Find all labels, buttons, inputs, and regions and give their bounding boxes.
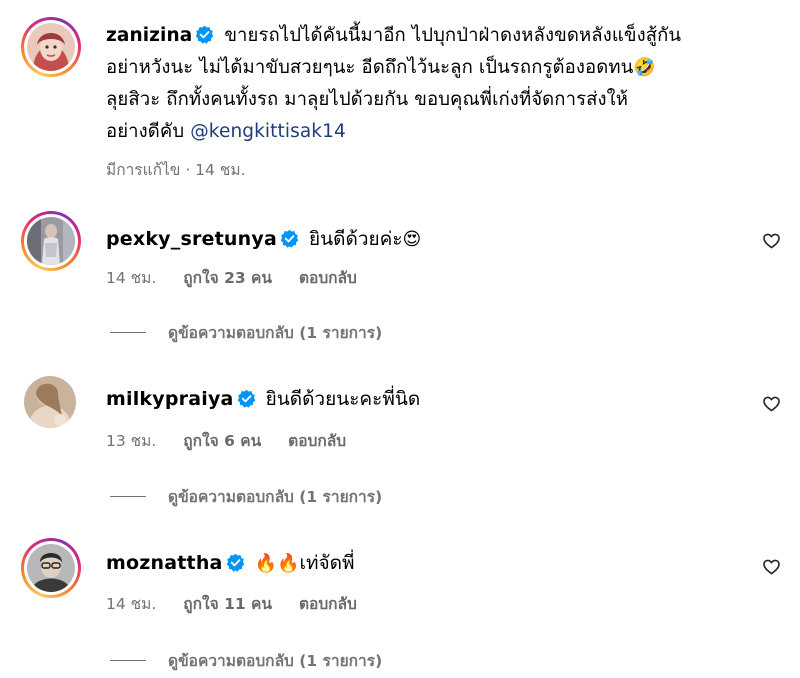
view-replies-label: ดูข้อความตอบกลับ (1 รายการ) [168,652,383,670]
view-replies-label: ดูข้อความตอบกลับ (1 รายการ) [168,488,383,506]
reply-button[interactable]: ตอบกลับ [299,269,357,287]
view-replies-button[interactable]: ดูข้อความตอบกลับ (1 รายการ) [110,484,382,509]
comment-meta: 14 ชม. ถูกใจ 11 คน ตอบกลับ [106,591,379,616]
comment-body: moznattha 🔥🔥เท่จัดพี่ [106,548,354,578]
comment-time: 14 ชม. [106,595,157,613]
replies-divider [110,332,146,333]
comment-avatar[interactable] [21,211,81,271]
replies-divider [110,660,146,661]
comment-text: ยินดีด้วยนะคะพี่นิด [265,388,421,410]
caption-line: อย่าหวังนะ ไม่ได้มาขับสวยๆนะ อีดถึกไว้นะ… [106,57,634,78]
caption-line: อย่างดีคับ [106,121,185,142]
caption-line: ลุยสิวะ ถึกทั้งคนทั้งรถ มาลุยไปด้วยกัน ข… [106,89,629,110]
reply-button[interactable]: ตอบกลับ [288,432,346,450]
verified-badge-icon [226,553,245,572]
avatar-image [27,23,75,71]
heart-eyes-emoji-icon: 😍 [402,229,422,250]
avatar-image [27,217,75,265]
view-replies-label: ดูข้อความตอบกลับ (1 รายการ) [168,324,383,342]
comment-avatar[interactable] [24,376,76,428]
replies-divider [110,496,146,497]
verified-badge-icon [195,23,214,44]
caption-line: ขายรถไปได้คันนี้มาอีก ไปบุกป่าฝ่าดงหลังข… [224,25,682,46]
comment-time: 14 ชม. [106,269,157,287]
heart-icon[interactable] [762,231,781,250]
post-meta: มีการแก้ไข · 14 ชม. [106,157,268,182]
post-edited-time: มีการแก้ไข · 14 ชม. [106,161,246,179]
mention-link[interactable]: @kengkittisak14 [190,121,346,142]
rofl-emoji-icon: 🤣 [633,57,656,78]
comment-text: เท่จัดพี่ [299,552,355,574]
view-replies-button[interactable]: ดูข้อความตอบกลับ (1 รายการ) [110,320,382,345]
comment-meta: 14 ชม. ถูกใจ 23 คน ตอบกลับ [106,265,379,290]
heart-icon[interactable] [762,557,781,576]
comment-username[interactable]: milkypraiya [106,388,234,410]
post-author-username[interactable]: zanizina [106,25,192,46]
verified-badge-icon [237,389,256,408]
avatar-image [27,544,75,592]
verified-badge-icon [280,229,299,248]
view-replies-button[interactable]: ดูข้อความตอบกลับ (1 รายการ) [110,648,382,673]
heart-icon[interactable] [762,394,781,413]
comment-username[interactable]: moznattha [106,552,223,574]
post-caption: zanizina ขายรถไปได้คันนี้มาอีก ไปบุกป่าฝ… [106,20,766,148]
reply-button[interactable]: ตอบกลับ [299,595,357,613]
avatar-image [24,376,76,428]
comment-body: milkypraiya ยินดีด้วยนะคะพี่นิด [106,384,420,414]
comment-time: 13 ชม. [106,432,157,450]
comment-likes[interactable]: ถูกใจ 6 คน [183,432,261,450]
comment-likes[interactable]: ถูกใจ 11 คน [183,595,272,613]
comment-likes[interactable]: ถูกใจ 23 คน [183,269,272,287]
comment-avatar[interactable] [21,538,81,598]
comment-username[interactable]: pexky_sretunya [106,228,277,250]
comment-text: ยินดีด้วยค่ะ [309,228,403,250]
fire-emoji-icon: 🔥🔥 [254,553,300,574]
comment-meta: 13 ชม. ถูกใจ 6 คน ตอบกลับ [106,428,368,453]
comment-body: pexky_sretunya ยินดีด้วยค่ะ😍 [106,224,421,254]
post-author-avatar[interactable] [21,17,81,77]
